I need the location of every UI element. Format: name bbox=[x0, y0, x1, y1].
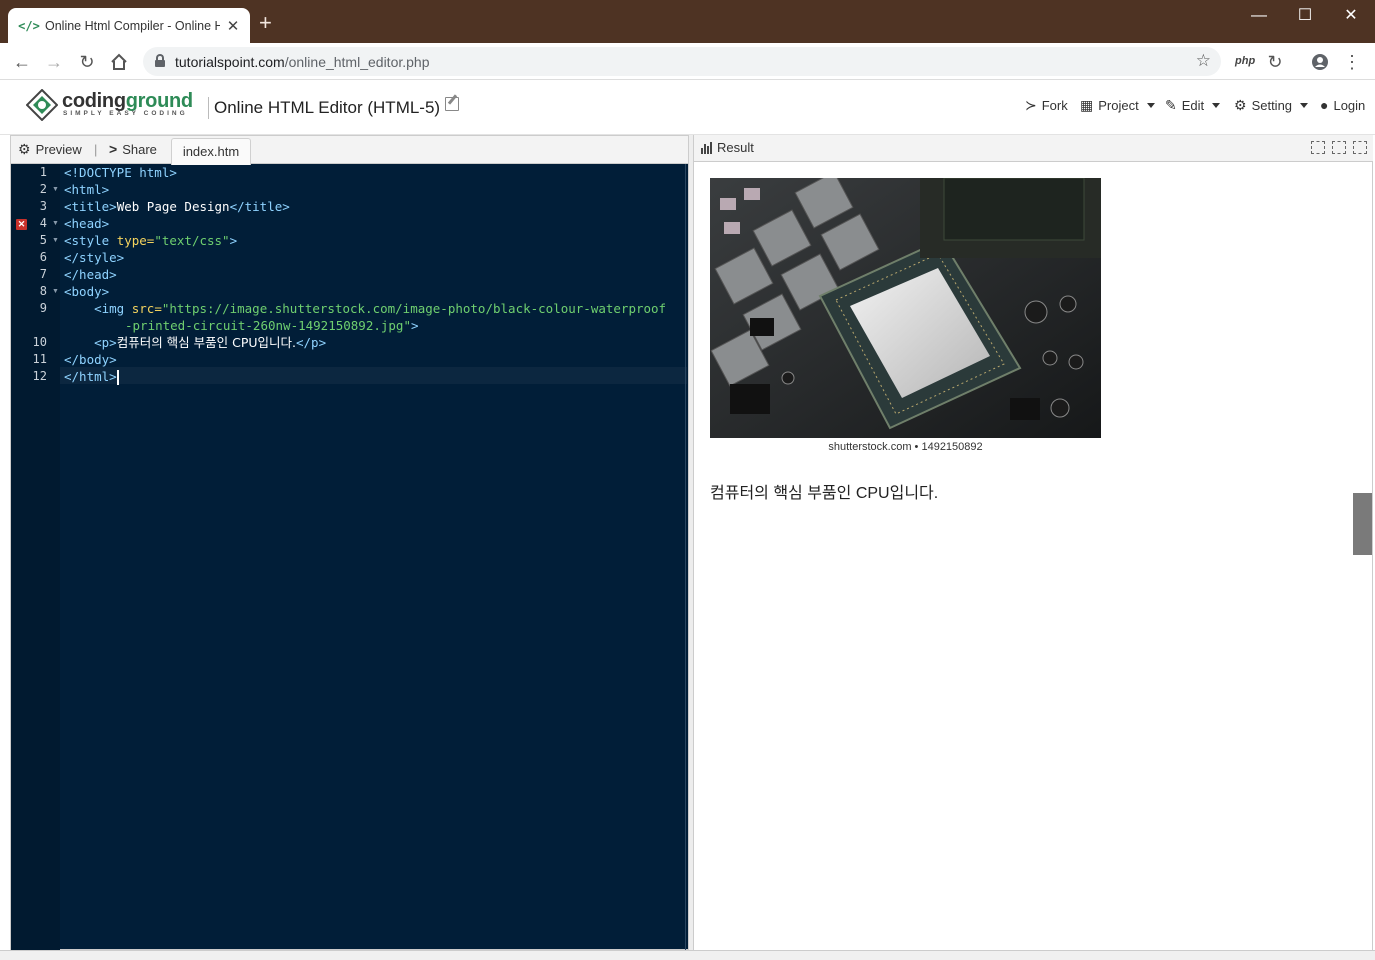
header-divider bbox=[208, 97, 209, 119]
line-number: 2 bbox=[39, 182, 47, 196]
expand-vertical-icon[interactable] bbox=[1311, 141, 1325, 154]
line-number: 1 bbox=[39, 165, 47, 179]
bar-chart-icon bbox=[701, 141, 713, 154]
url-text[interactable]: tutorialspoint.com/online_html_editor.ph… bbox=[175, 54, 430, 70]
chevron-down-icon bbox=[1146, 103, 1155, 108]
code-line-wrapped: -printed-circuit-260nw-1492150892.jpg"> bbox=[125, 318, 419, 333]
file-tab-index[interactable]: index.htm bbox=[171, 138, 251, 165]
minimize-button[interactable]: — bbox=[1236, 4, 1282, 28]
site-header: codingground SIMPLY EASY CODING Online H… bbox=[0, 80, 1375, 135]
gear-icon: ⚙ bbox=[1234, 97, 1247, 113]
chevron-down-icon bbox=[1212, 103, 1221, 108]
line-number: 9 bbox=[39, 301, 47, 315]
browser-titlebar: </> Online Html Compiler - Online H ✕ + … bbox=[0, 0, 1375, 43]
fold-arrow-icon[interactable]: ▼ bbox=[52, 283, 59, 300]
tab-title: Online Html Compiler - Online H bbox=[45, 18, 220, 33]
code-line: <img src="https://image.shutterstock.com… bbox=[94, 301, 667, 316]
code-line: </html> bbox=[64, 369, 119, 385]
line-number: 10 bbox=[32, 335, 47, 349]
result-label: Result bbox=[701, 140, 754, 155]
bottom-statusbar bbox=[0, 950, 1375, 960]
menu-fork[interactable]: ≻ Fork bbox=[1025, 97, 1068, 114]
line-number: 12 bbox=[32, 369, 47, 383]
codingground-logo-icon[interactable] bbox=[26, 89, 58, 121]
editor-vertical-rule bbox=[685, 164, 686, 950]
toolbar-divider: | bbox=[94, 142, 98, 157]
address-bar[interactable]: tutorialspoint.com/online_html_editor.ph… bbox=[143, 47, 1221, 76]
preview-button[interactable]: ⚙ Preview bbox=[18, 141, 82, 158]
close-tab-icon[interactable]: ✕ bbox=[224, 17, 242, 35]
code-line: <html> bbox=[64, 182, 110, 197]
terminal-chevron-icon: > bbox=[109, 141, 118, 157]
maximize-button[interactable]: ☐ bbox=[1282, 4, 1328, 28]
line-number: 5 bbox=[39, 233, 47, 247]
line-number: 4 bbox=[39, 216, 47, 230]
line-number: 3 bbox=[39, 199, 47, 213]
code-line: </head> bbox=[64, 267, 117, 282]
browser-tab-active[interactable]: </> Online Html Compiler - Online H ✕ bbox=[8, 8, 250, 43]
cpu-circuit-image bbox=[710, 178, 1101, 438]
home-icon[interactable] bbox=[106, 49, 132, 75]
chevron-down-icon bbox=[1300, 103, 1309, 108]
user-icon: ● bbox=[1320, 97, 1329, 113]
fold-arrow-icon[interactable]: ▼ bbox=[52, 181, 59, 198]
line-number: 6 bbox=[39, 250, 47, 264]
line-number: 7 bbox=[39, 267, 47, 281]
code-line: <head> bbox=[64, 216, 110, 231]
scrollbar-thumb[interactable] bbox=[1353, 493, 1372, 555]
code-line: <body> bbox=[64, 284, 110, 299]
fold-arrow-icon[interactable]: ▼ bbox=[52, 232, 59, 249]
result-toolbar: Result bbox=[694, 135, 1373, 162]
line-number-gutter: 1 2 3 ✕ 4 5 6 7 8 9 10 11 12 ▼ ▼ ▼ ▼ bbox=[11, 164, 60, 950]
edit-title-icon[interactable] bbox=[445, 97, 459, 111]
reload-icon[interactable]: ↻ bbox=[74, 49, 100, 75]
new-tab-button[interactable]: + bbox=[259, 12, 272, 34]
line-number: 11 bbox=[32, 352, 47, 366]
code-line: <!DOCTYPE html> bbox=[64, 165, 177, 180]
collapse-icon[interactable] bbox=[1332, 141, 1346, 154]
menu-login[interactable]: ● Login bbox=[1320, 97, 1365, 113]
line-number: 8 bbox=[39, 284, 47, 298]
php-extension-icon[interactable]: php bbox=[1235, 55, 1255, 67]
menu-setting[interactable]: ⚙ Setting bbox=[1234, 97, 1309, 114]
browser-menu-icon[interactable]: ⋮ bbox=[1339, 49, 1365, 75]
text-cursor bbox=[116, 370, 119, 385]
code-editor-panel: ⚙ Preview | > Share index.htm 1 2 3 ✕ 4 5 … bbox=[10, 135, 689, 950]
code-line: </style> bbox=[64, 250, 125, 265]
code-line: <style type="text/css"> bbox=[64, 233, 238, 248]
menu-edit[interactable]: ✎ Edit bbox=[1165, 97, 1221, 114]
gears-icon: ⚙ bbox=[18, 141, 31, 157]
fold-arrow-icon[interactable]: ▼ bbox=[52, 215, 59, 232]
editor-toolbar: ⚙ Preview | > Share index.htm bbox=[11, 136, 688, 165]
sitemap-icon: ▦ bbox=[1080, 97, 1094, 113]
forward-arrow-icon[interactable]: → bbox=[41, 49, 67, 75]
back-arrow-icon[interactable]: ← bbox=[9, 49, 35, 75]
page-title: Online HTML Editor (HTML-5) bbox=[214, 98, 441, 117]
result-panel: Result shutterstock.com • 1492150892 컴퓨터… bbox=[693, 135, 1373, 950]
share-button[interactable]: > Share bbox=[109, 141, 157, 157]
fork-icon: ≻ bbox=[1025, 97, 1037, 113]
result-paragraph: 컴퓨터의 핵심 부품인 CPU입니다. bbox=[710, 485, 939, 502]
active-line-highlight bbox=[60, 367, 687, 384]
image-watermark-caption: shutterstock.com • 1492150892 bbox=[828, 441, 983, 453]
code-icon: </> bbox=[18, 18, 40, 33]
code-text-area[interactable]: <!DOCTYPE html> <html> <title>Web Page D… bbox=[60, 164, 687, 950]
profile-avatar-icon[interactable] bbox=[1307, 49, 1333, 75]
close-window-button[interactable]: ✕ bbox=[1328, 4, 1374, 28]
lock-icon bbox=[155, 54, 165, 67]
extension-refresh-icon[interactable]: ↻ bbox=[1262, 49, 1288, 75]
bookmark-star-icon[interactable]: ☆ bbox=[1196, 51, 1211, 71]
fullscreen-icon[interactable] bbox=[1353, 141, 1367, 154]
logo-tagline: SIMPLY EASY CODING bbox=[63, 110, 188, 117]
code-line: <p>컴퓨터의 핵심 부품인 CPU입니다.</p> bbox=[94, 335, 327, 350]
menu-project[interactable]: ▦ Project bbox=[1080, 97, 1155, 114]
browser-toolbar: ← → ↻ tutorialspoint.com/online_html_edi… bbox=[0, 43, 1375, 80]
code-line: </body> bbox=[64, 352, 117, 367]
edit-icon: ✎ bbox=[1165, 97, 1177, 113]
code-line: <title>Web Page Design</title> bbox=[64, 199, 290, 214]
